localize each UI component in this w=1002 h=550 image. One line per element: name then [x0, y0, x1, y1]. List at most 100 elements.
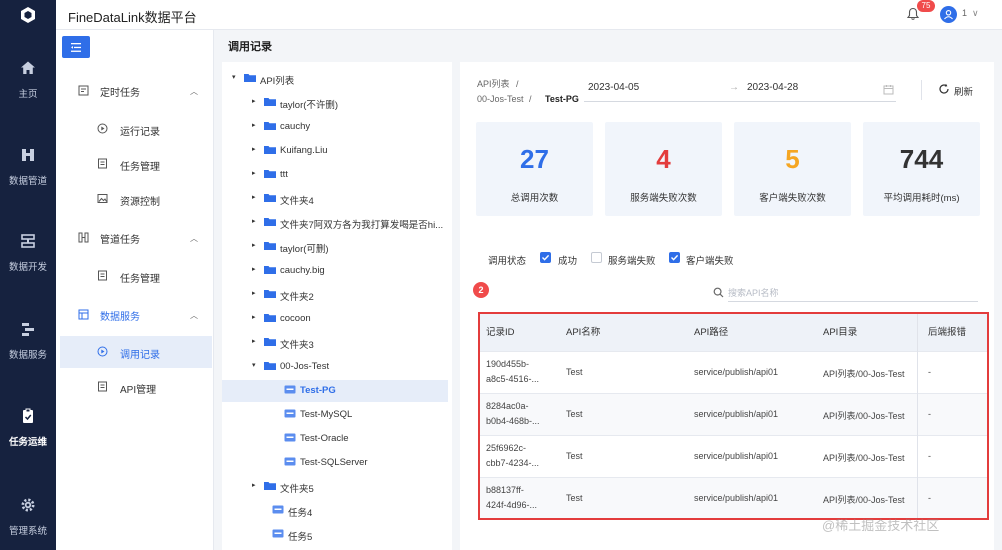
nav-label: 管理系统	[8, 526, 47, 537]
caret-right-icon[interactable]: ▸	[252, 241, 260, 249]
caret-right-icon[interactable]: ▸	[252, 97, 260, 105]
breadcrumb-root[interactable]: API列表 /	[477, 77, 519, 90]
caret-right-icon[interactable]: ▸	[252, 193, 260, 201]
user-name[interactable]: 1	[962, 8, 967, 18]
caret-right-icon[interactable]: ▸	[252, 313, 260, 321]
nav-item-home[interactable]: 主页	[0, 60, 56, 120]
checkbox-client-fail[interactable]	[669, 252, 680, 263]
nav-item-service[interactable]: 数据服务	[0, 321, 56, 381]
subnav-item-run-records[interactable]: 运行记录	[60, 113, 212, 145]
table-cell-path: service/publish/api01	[694, 409, 779, 419]
breadcrumb-folder[interactable]: 00-Jos-Test /	[477, 94, 532, 104]
folder-icon	[264, 194, 276, 202]
tree-item-api[interactable]: Test-SQLServer	[222, 452, 448, 474]
stat-card-avg-latency: 744 平均调用耗时(ms)	[863, 122, 980, 216]
nav-item-ops[interactable]: 任务运维	[0, 408, 56, 468]
date-end-input[interactable]: 2023-04-28	[747, 82, 798, 93]
tree-item-folder[interactable]: ▸ cauchy	[222, 116, 448, 138]
collapse-sidebar-button[interactable]	[62, 36, 90, 58]
checkbox-label[interactable]: 客户端失败	[686, 253, 734, 267]
table-cell-dir: API列表/00-Jos-Test	[823, 453, 905, 463]
tree-item-label: cocoon	[280, 313, 311, 324]
checkbox-success[interactable]	[540, 252, 551, 263]
subnav-item-pipeline-task-manage[interactable]: 任务管理	[60, 260, 212, 292]
column-header[interactable]: API目录	[817, 314, 918, 351]
caret-right-icon[interactable]: ▸	[252, 337, 260, 345]
subnav-item-api-manage[interactable]: API管理	[60, 371, 212, 403]
subnav-item-task-manage[interactable]: 任务管理	[60, 148, 212, 180]
gear-icon	[21, 498, 35, 512]
stat-label: 总调用次数	[510, 193, 559, 204]
subnav-item-resource-control[interactable]: 资源控制	[60, 183, 212, 215]
search-input[interactable]	[728, 284, 978, 302]
tree-item-folder[interactable]: ▸ 文件夹7阿双方各为我打算发喝是否hi...	[222, 212, 448, 234]
tree-item-folder[interactable]: ▸ 文件夹2	[222, 284, 448, 306]
tree-item-folder[interactable]: ▾ 00-Jos-Test	[222, 356, 448, 378]
tree-item-api[interactable]: 任务4	[222, 500, 448, 522]
caret-right-icon[interactable]: ▸	[252, 169, 260, 177]
table-cell-name: Test	[566, 451, 583, 461]
tree-item-folder[interactable]: ▸ taylor(可删)	[222, 236, 448, 258]
chevron-up-icon[interactable]: ︿	[190, 86, 198, 97]
tree-item-folder[interactable]: ▸ cauchy.big	[222, 260, 448, 282]
calendar-icon[interactable]	[883, 84, 894, 95]
tree-item-label: 文件夹4	[280, 196, 314, 207]
table-row[interactable]: 25f6962c-cbb7-4234-... Test service/publis…	[480, 435, 987, 477]
caret-right-icon[interactable]: ▸	[252, 289, 260, 297]
tree-item-label: taylor(不许删)	[280, 100, 339, 111]
chevron-down-icon[interactable]: ∨	[972, 8, 979, 19]
caret-down-icon[interactable]: ▾	[252, 361, 260, 369]
tree-item-api[interactable]: Test-PG	[222, 380, 448, 402]
play-circle-icon	[97, 346, 108, 357]
tree-item-folder[interactable]: ▸ 文件夹4	[222, 188, 448, 210]
api-icon	[284, 433, 296, 442]
checkbox-server-fail[interactable]	[591, 252, 602, 263]
nav-item-dev[interactable]: 数据开发	[0, 233, 56, 293]
chevron-up-icon[interactable]: ︿	[190, 310, 198, 321]
app-logo[interactable]	[0, 0, 56, 30]
column-header[interactable]: 后端报错	[918, 314, 987, 351]
caret-right-icon[interactable]: ▸	[252, 145, 260, 153]
nav-item-admin[interactable]: 管理系统	[0, 497, 56, 550]
tree-item-folder[interactable]: ▸ 文件夹3	[222, 332, 448, 354]
table-row[interactable]: 8284ac0a-b0b4-468b-... Test service/publis…	[480, 393, 987, 435]
nav-item-pipeline[interactable]: 数据管道	[0, 147, 56, 207]
tree-item-api[interactable]: 任务5	[222, 524, 448, 546]
column-header[interactable]: API路径	[688, 314, 817, 351]
subnav-item-label: 任务管理	[120, 162, 160, 173]
tree-item-folder[interactable]: ▸ ttt	[222, 164, 448, 186]
top-bar: FineDataLink数据平台 75 1 ∨	[0, 0, 1002, 30]
record-id-cell: b88137ff- 424f-4d96-...	[486, 483, 537, 513]
caret-right-icon[interactable]: ▸	[252, 121, 260, 129]
checkbox-label[interactable]: 成功	[558, 253, 577, 267]
caret-right-icon[interactable]: ▸	[252, 217, 260, 225]
tree-item-folder[interactable]: ▸ taylor(不许删)	[222, 92, 448, 114]
notification-badge: 75	[917, 0, 935, 12]
date-start-input[interactable]: 2023-04-05	[588, 82, 639, 93]
tree-item-folder[interactable]: ▸ 文件夹5	[222, 476, 448, 498]
tree-item-folder[interactable]: ▸ Kuifang.Liu	[222, 140, 448, 162]
table-cell-name: Test	[566, 367, 583, 377]
tree-item-folder[interactable]: ▾ API列表	[222, 68, 448, 90]
subnav-item-call-records[interactable]: 调用记录	[60, 336, 212, 368]
caret-right-icon[interactable]: ▸	[252, 481, 260, 489]
caret-down-icon[interactable]: ▾	[232, 73, 240, 81]
chevron-up-icon[interactable]: ︿	[190, 233, 198, 244]
avatar[interactable]	[940, 6, 957, 23]
folder-icon	[264, 242, 276, 250]
tree-item-api[interactable]: Test-Oracle	[222, 428, 448, 450]
stat-value: 4	[656, 144, 671, 174]
tree-item-folder[interactable]: ▸ cocoon	[222, 308, 448, 330]
table-row[interactable]: 190d455b-a8c5-4516-... Test service/publis…	[480, 351, 987, 393]
column-header[interactable]: API名称	[560, 314, 688, 351]
play-circle-icon	[97, 123, 108, 134]
tree-item-api[interactable]: Test-MySQL	[222, 404, 448, 426]
dev-icon	[21, 234, 35, 248]
breadcrumb-part: API列表	[477, 79, 510, 89]
tree-item-label: cauchy	[280, 121, 311, 132]
caret-right-icon[interactable]: ▸	[252, 265, 260, 273]
tree-item-label: Test-Oracle	[300, 433, 349, 444]
checkbox-label[interactable]: 服务端失败	[608, 253, 656, 267]
table-row[interactable]: b88137ff- 424f-4d96-... Test service/publis…	[480, 477, 987, 518]
column-header[interactable]: 记录ID	[480, 314, 560, 351]
